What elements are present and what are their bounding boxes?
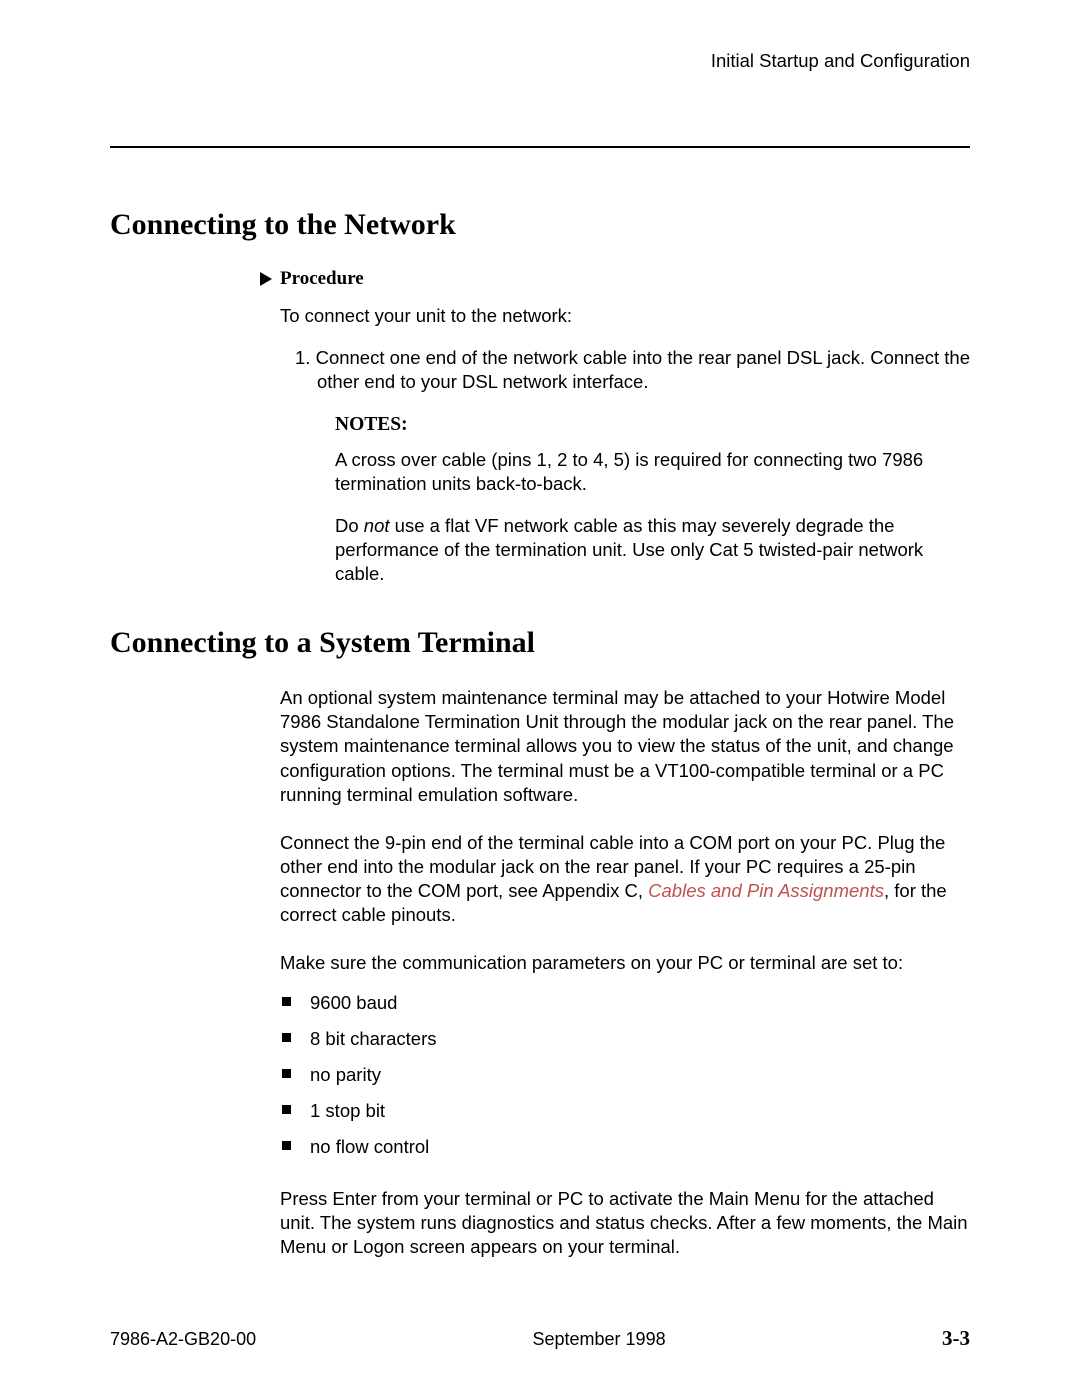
terminal-p2: Connect the 9-pin end of the terminal ca… <box>280 831 970 927</box>
note-2: Do not use a flat VF network cable as th… <box>335 514 970 586</box>
list-item: 9600 baud <box>280 991 970 1015</box>
notes-heading: NOTES: <box>335 414 970 436</box>
step-text: Connect one end of the network cable int… <box>316 347 970 392</box>
list-item: no parity <box>280 1063 970 1087</box>
note2-post: use a flat VF network cable as this may … <box>335 515 923 584</box>
terminal-p1: An optional system maintenance terminal … <box>280 686 970 806</box>
appendix-link[interactable]: Cables and Pin Assignments <box>648 880 884 901</box>
list-item: 1 stop bit <box>280 1099 970 1123</box>
notes-block: NOTES: A cross over cable (pins 1, 2 to … <box>335 414 970 586</box>
page: Initial Startup and Configuration Connec… <box>0 0 1080 1397</box>
step-1: 1. Connect one end of the network cable … <box>295 346 970 394</box>
list-item: no flow control <box>280 1135 970 1159</box>
procedure-label-row: Procedure <box>260 268 970 290</box>
note2-pre: Do <box>335 515 364 536</box>
section-heading-network: Connecting to the Network <box>110 208 970 242</box>
page-footer: 7986-A2-GB20-00 September 1998 3-3 <box>110 1326 970 1351</box>
footer-page-number: 3-3 <box>942 1326 970 1351</box>
procedure-label: Procedure <box>280 268 364 290</box>
terminal-p3: Make sure the communication parameters o… <box>280 951 970 975</box>
running-header: Initial Startup and Configuration <box>110 50 970 86</box>
step-number: 1. <box>295 347 310 368</box>
list-item: 8 bit characters <box>280 1027 970 1051</box>
section-heading-terminal: Connecting to a System Terminal <box>110 626 970 660</box>
note-1: A cross over cable (pins 1, 2 to 4, 5) i… <box>335 448 970 496</box>
comm-params-list: 9600 baud 8 bit characters no parity 1 s… <box>280 991 970 1159</box>
triangle-right-icon <box>260 272 272 286</box>
footer-doc-id: 7986-A2-GB20-00 <box>110 1329 256 1350</box>
note2-emph: not <box>364 515 390 536</box>
intro-text: To connect your unit to the network: <box>280 304 970 328</box>
footer-date: September 1998 <box>533 1329 666 1350</box>
terminal-p4: Press Enter from your terminal or PC to … <box>280 1187 970 1259</box>
